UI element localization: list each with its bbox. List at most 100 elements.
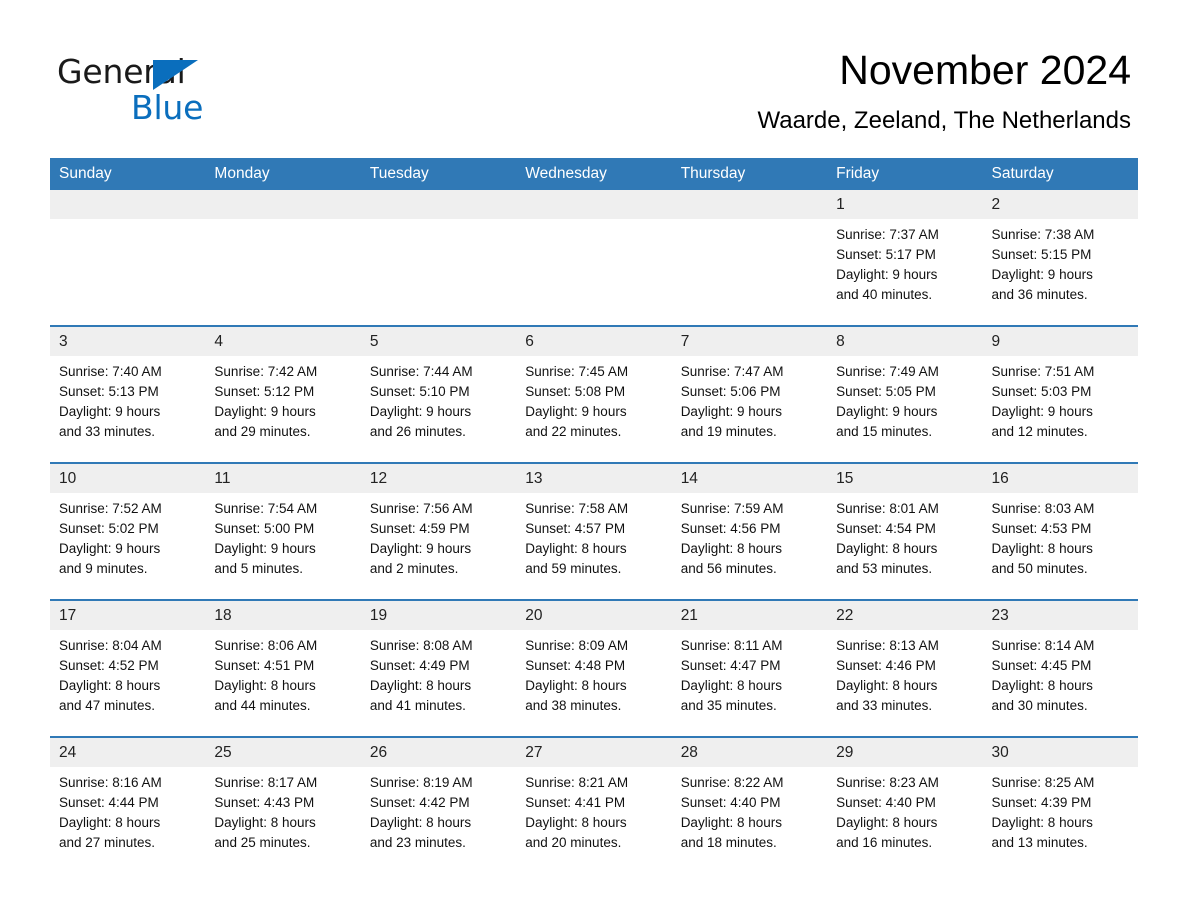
day-details: Sunrise: 7:37 AM Sunset: 5:17 PM Daylight:… — [827, 219, 982, 305]
day-cell[interactable]: 5 Sunrise: 7:44 AM Sunset: 5:10 PM Daylight… — [360, 325, 517, 463]
day-cell[interactable]: 26 Sunrise: 8:19 AM Sunset: 4:42 PM Dayligh… — [360, 736, 517, 873]
day-detail-line: Sunrise: 8:01 AM — [836, 501, 939, 516]
day-number: 2 — [982, 190, 1138, 219]
day-details: Sunrise: 7:49 AM Sunset: 5:05 PM Daylight:… — [827, 356, 982, 442]
day-cell[interactable]: 13 Sunrise: 7:58 AM Sunset: 4:57 PM Dayligh… — [516, 462, 672, 600]
day-cell[interactable]: 1 Sunrise: 7:37 AM Sunset: 5:17 PM Daylight… — [827, 190, 983, 326]
day-detail-line: Sunrise: 7:40 AM — [59, 364, 162, 379]
weekday-header-saturday: Saturday — [982, 158, 1138, 190]
day-detail-line: Sunrise: 8:04 AM — [59, 638, 162, 653]
day-detail-line: Daylight: 9 hours — [991, 267, 1093, 282]
day-cell[interactable]: 6 Sunrise: 7:45 AM Sunset: 5:08 PM Daylight… — [516, 325, 672, 463]
day-number — [516, 190, 672, 219]
day-details: Sunrise: 8:17 AM Sunset: 4:43 PM Daylight:… — [205, 767, 360, 853]
day-detail-line: and 18 minutes. — [680, 835, 777, 850]
day-cell[interactable]: 11 Sunrise: 7:54 AM Sunset: 5:00 PM Dayligh… — [205, 462, 361, 600]
day-detail-line: Daylight: 8 hours — [680, 815, 782, 830]
day-cell[interactable]: 24 Sunrise: 8:16 AM Sunset: 4:44 PM Dayligh… — [50, 736, 206, 873]
day-detail-line: Sunrise: 7:45 AM — [525, 364, 629, 379]
day-cell[interactable]: 18 Sunrise: 8:06 AM Sunset: 4:51 PM Dayligh… — [205, 599, 361, 737]
weekday-header-monday: Monday — [205, 158, 361, 190]
day-cell[interactable]: 30 Sunrise: 8:25 AM Sunset: 4:39 PM Dayligh… — [982, 736, 1138, 873]
day-detail-line: Daylight: 8 hours — [991, 678, 1093, 693]
day-detail-line: Daylight: 9 hours — [214, 404, 316, 419]
day-detail-line: Daylight: 8 hours — [525, 541, 627, 556]
day-detail-line: Sunrise: 8:17 AM — [214, 775, 318, 790]
day-details — [516, 219, 671, 225]
calendar-table: Sunday Monday Tuesday Wednesday Thursday Frid… — [50, 158, 1138, 873]
calendar-week-row: 1 Sunrise: 7:37 AM Sunset: 5:17 PM Daylight… — [50, 190, 1138, 326]
day-cell[interactable]: 20 Sunrise: 8:09 AM Sunset: 4:48 PM Dayligh… — [516, 599, 672, 737]
day-detail-line: Sunset: 4:43 PM — [214, 795, 315, 810]
day-detail-line: Sunrise: 8:03 AM — [991, 501, 1095, 516]
day-cell[interactable]: 22 Sunrise: 8:13 AM Sunset: 4:46 PM Dayligh… — [827, 599, 983, 737]
day-cell[interactable]: 29 Sunrise: 8:23 AM Sunset: 4:40 PM Dayligh… — [827, 736, 983, 873]
day-cell-empty — [50, 190, 206, 326]
page-title: November 2024 — [839, 47, 1131, 93]
day-detail-line: Sunrise: 7:47 AM — [680, 364, 784, 379]
day-detail-line: Sunset: 4:40 PM — [680, 795, 781, 810]
day-detail-line: Daylight: 8 hours — [59, 678, 161, 693]
day-detail-line: Daylight: 8 hours — [525, 678, 627, 693]
day-detail-line: Daylight: 8 hours — [680, 541, 782, 556]
calendar-week-row: 3 Sunrise: 7:40 AM Sunset: 5:13 PM Daylight… — [50, 325, 1138, 463]
day-cell[interactable]: 21 Sunrise: 8:11 AM Sunset: 4:47 PM Dayligh… — [671, 599, 828, 737]
day-detail-line: Sunset: 4:59 PM — [369, 521, 470, 536]
day-detail-line: and 47 minutes. — [59, 698, 156, 713]
day-number: 6 — [516, 327, 672, 356]
day-cell[interactable]: 12 Sunrise: 7:56 AM Sunset: 4:59 PM Dayligh… — [360, 462, 517, 600]
weekday-header-wednesday: Wednesday — [516, 158, 672, 190]
day-detail-line: Sunrise: 8:25 AM — [991, 775, 1095, 790]
day-cell[interactable]: 17 Sunrise: 8:04 AM Sunset: 4:52 PM Dayligh… — [50, 599, 206, 737]
day-detail-line: and 2 minutes. — [369, 561, 459, 576]
day-cell[interactable]: 23 Sunrise: 8:14 AM Sunset: 4:45 PM Dayligh… — [982, 599, 1138, 737]
day-detail-line: Daylight: 9 hours — [214, 541, 316, 556]
day-detail-line: and 59 minutes. — [525, 561, 622, 576]
day-cell[interactable]: 7 Sunrise: 7:47 AM Sunset: 5:06 PM Daylight… — [671, 325, 828, 463]
day-cell[interactable]: 10 Sunrise: 7:52 AM Sunset: 5:02 PM Dayligh… — [50, 462, 206, 600]
day-details: Sunrise: 8:08 AM Sunset: 4:49 PM Daylight:… — [361, 630, 516, 716]
day-detail-line: Sunset: 4:54 PM — [836, 521, 936, 536]
day-detail-line: Daylight: 9 hours — [836, 267, 938, 282]
day-detail-line: Sunset: 4:44 PM — [59, 795, 159, 810]
day-detail-line: Daylight: 8 hours — [836, 541, 938, 556]
day-detail-line: and 20 minutes. — [525, 835, 622, 850]
calendar-body: 1 Sunrise: 7:37 AM Sunset: 5:17 PM Daylight… — [50, 190, 1138, 873]
day-cell[interactable]: 15 Sunrise: 8:01 AM Sunset: 4:54 PM Dayligh… — [827, 462, 983, 600]
day-cell[interactable]: 4 Sunrise: 7:42 AM Sunset: 5:12 PM Daylight… — [205, 325, 361, 463]
day-number: 3 — [50, 327, 206, 356]
day-cell[interactable]: 8 Sunrise: 7:49 AM Sunset: 5:05 PM Daylight… — [827, 325, 983, 463]
location-subtitle: Waarde, Zeeland, The Netherlands — [757, 107, 1131, 134]
day-cell[interactable]: 25 Sunrise: 8:17 AM Sunset: 4:43 PM Dayligh… — [205, 736, 361, 873]
day-number: 25 — [205, 738, 361, 767]
day-detail-line: Daylight: 9 hours — [836, 404, 938, 419]
day-details: Sunrise: 8:14 AM Sunset: 4:45 PM Daylight:… — [983, 630, 1138, 716]
day-detail-line: and 19 minutes. — [680, 424, 777, 439]
day-detail-line: Sunset: 5:05 PM — [836, 384, 936, 399]
day-cell[interactable]: 14 Sunrise: 7:59 AM Sunset: 4:56 PM Dayligh… — [671, 462, 828, 600]
day-cell[interactable]: 2 Sunrise: 7:38 AM Sunset: 5:15 PM Daylight… — [982, 190, 1138, 326]
day-cell[interactable]: 27 Sunrise: 8:21 AM Sunset: 4:41 PM Dayligh… — [516, 736, 672, 873]
day-cell[interactable]: 19 Sunrise: 8:08 AM Sunset: 4:49 PM Dayligh… — [360, 599, 517, 737]
day-detail-line: Daylight: 9 hours — [991, 404, 1093, 419]
day-cell[interactable]: 16 Sunrise: 8:03 AM Sunset: 4:53 PM Dayligh… — [982, 462, 1138, 600]
calendar-grid: Sunday Monday Tuesday Wednesday Thursday Frid… — [50, 158, 1138, 873]
weekday-header-tuesday: Tuesday — [360, 158, 517, 190]
day-detail-line: Daylight: 8 hours — [836, 678, 938, 693]
day-cell[interactable]: 28 Sunrise: 8:22 AM Sunset: 4:40 PM Dayligh… — [671, 736, 828, 873]
day-detail-line: Sunset: 4:48 PM — [525, 658, 626, 673]
day-detail-line: Daylight: 9 hours — [369, 404, 472, 419]
day-number: 5 — [360, 327, 517, 356]
calendar-page: General Blue November 2024 Waarde, Zeela… — [0, 0, 1188, 918]
day-detail-line: Sunset: 5:02 PM — [59, 521, 159, 536]
weekday-header-thursday: Thursday — [671, 158, 828, 190]
day-detail-line: Sunrise: 7:52 AM — [59, 501, 162, 516]
day-cell[interactable]: 9 Sunrise: 7:51 AM Sunset: 5:03 PM Daylight… — [982, 325, 1138, 463]
day-details: Sunrise: 7:54 AM Sunset: 5:00 PM Daylight:… — [205, 493, 360, 579]
day-detail-line: Sunset: 4:47 PM — [680, 658, 781, 673]
day-detail-line: and 50 minutes. — [991, 561, 1088, 576]
day-number: 18 — [205, 601, 361, 630]
day-detail-line: and 15 minutes. — [836, 424, 933, 439]
day-cell[interactable]: 3 Sunrise: 7:40 AM Sunset: 5:13 PM Daylight… — [50, 325, 206, 463]
day-detail-line: and 38 minutes. — [525, 698, 622, 713]
